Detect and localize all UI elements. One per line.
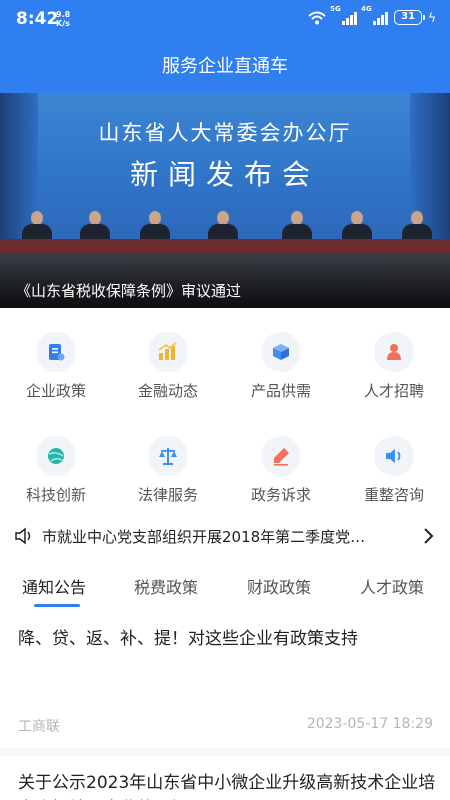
person-icon xyxy=(374,332,414,372)
globe-icon xyxy=(36,436,76,476)
policy-tabs: 通知公告 税费政策 财政政策 人才政策 xyxy=(0,560,450,610)
article-divider xyxy=(0,748,450,756)
grid-item-finance-news[interactable]: 金融动态 xyxy=(112,322,224,412)
signal-4g-icon: 4G xyxy=(361,5,389,25)
grid-item-label: 重整咨询 xyxy=(363,486,424,504)
network-speed: 9.8 K/s xyxy=(56,10,70,28)
grid-item-enterprise-policy[interactable]: 企业政策 xyxy=(0,322,112,412)
grid-item-talent-recruit[interactable]: 人才招聘 xyxy=(338,322,450,412)
news-banner[interactable]: 山东省人大常委会办公厅 新闻发布会 《山东省税收保障条例》审议通过 xyxy=(0,93,450,308)
signal-4g-label: 4G xyxy=(361,4,372,13)
wifi-icon xyxy=(308,11,326,24)
grid-item-label: 法律服务 xyxy=(137,486,198,504)
banner-headline-line2: 新闻发布会 xyxy=(129,158,320,191)
category-grid: 企业政策 金融动态 产品供需 人才招聘 科技创新 法律服务 政务诉求 重整咨询 xyxy=(0,322,450,512)
status-bar: 8:42 9.8 K/s 5G 4G 31 ϟ xyxy=(0,0,450,38)
tab-tax-policy[interactable]: 税费政策 xyxy=(134,574,198,598)
grid-item-label: 金融动态 xyxy=(137,382,198,400)
article-item[interactable]: 降、贷、返、补、提！对这些企业有政策支持 工商联 2023-05-17 18:2… xyxy=(0,620,450,750)
chevron-right-icon[interactable] xyxy=(422,527,434,545)
product-box-icon xyxy=(261,332,301,372)
tab-notices[interactable]: 通知公告 xyxy=(22,574,86,598)
article-title: 降、贷、返、补、提！对这些企业有政策支持 xyxy=(18,629,358,649)
grid-item-government-appeal[interactable]: 政务诉求 xyxy=(225,426,337,516)
tab-finance-policy[interactable]: 财政政策 xyxy=(247,574,311,598)
status-icons: 5G 4G 31 ϟ xyxy=(308,5,436,25)
network-speed-value: 9.8 xyxy=(56,10,71,19)
grid-item-legal-service[interactable]: 法律服务 xyxy=(112,426,224,516)
app-screen: 8:42 9.8 K/s 5G 4G 31 ϟ 服务企业直通车 山东省人大常委会… xyxy=(0,0,450,800)
banner-caption: 《山东省税收保障条例》审议通过 xyxy=(16,282,242,300)
status-time: 8:42 xyxy=(16,9,59,29)
grid-item-label: 产品供需 xyxy=(250,382,311,400)
article-date: 2023-05-17 18:29 xyxy=(306,716,433,732)
active-tab-indicator xyxy=(34,604,80,607)
grid-item-product-supply[interactable]: 产品供需 xyxy=(225,322,337,412)
policy-document-icon xyxy=(36,332,76,372)
announcement-speaker-icon xyxy=(15,527,31,545)
scale-icon xyxy=(148,436,188,476)
article-source: 工商联 xyxy=(18,719,60,735)
speaker-icon xyxy=(374,436,414,476)
header-bar: 8:42 9.8 K/s 5G 4G 31 ϟ 服务企业直通车 xyxy=(0,0,450,93)
banner-headline-line1: 山东省人大常委会办公厅 xyxy=(98,121,352,145)
battery-icon: 31 xyxy=(394,10,426,25)
charging-icon: ϟ xyxy=(428,10,436,25)
network-speed-unit: K/s xyxy=(56,19,70,28)
grid-item-restructure-consult[interactable]: 重整咨询 xyxy=(338,426,450,516)
pen-icon xyxy=(261,436,301,476)
signal-5g-label: 5G xyxy=(330,4,341,13)
notice-text: 市就业中心党支部组织开展2018年第二季度党… xyxy=(42,528,366,546)
signal-5g-icon: 5G xyxy=(330,5,358,25)
page-title: 服务企业直通车 xyxy=(162,56,288,77)
finance-chart-icon xyxy=(148,332,188,372)
grid-item-label: 科技创新 xyxy=(25,486,86,504)
article-item[interactable]: 关于公示2023年山东省中小微企业升级高新技术企业培育库拟纳入企业的通知 xyxy=(0,756,450,800)
article-title: 关于公示2023年山东省中小微企业升级高新技术企业培育库拟纳入企业的通知 xyxy=(18,773,436,800)
grid-item-tech-innovation[interactable]: 科技创新 xyxy=(0,426,112,516)
notice-bar[interactable]: 市就业中心党支部组织开展2018年第二季度党… xyxy=(0,516,450,556)
grid-item-label: 政务诉求 xyxy=(250,486,311,504)
tab-talent-policy[interactable]: 人才政策 xyxy=(360,574,424,598)
grid-item-label: 企业政策 xyxy=(25,382,86,400)
grid-item-label: 人才招聘 xyxy=(363,382,424,400)
